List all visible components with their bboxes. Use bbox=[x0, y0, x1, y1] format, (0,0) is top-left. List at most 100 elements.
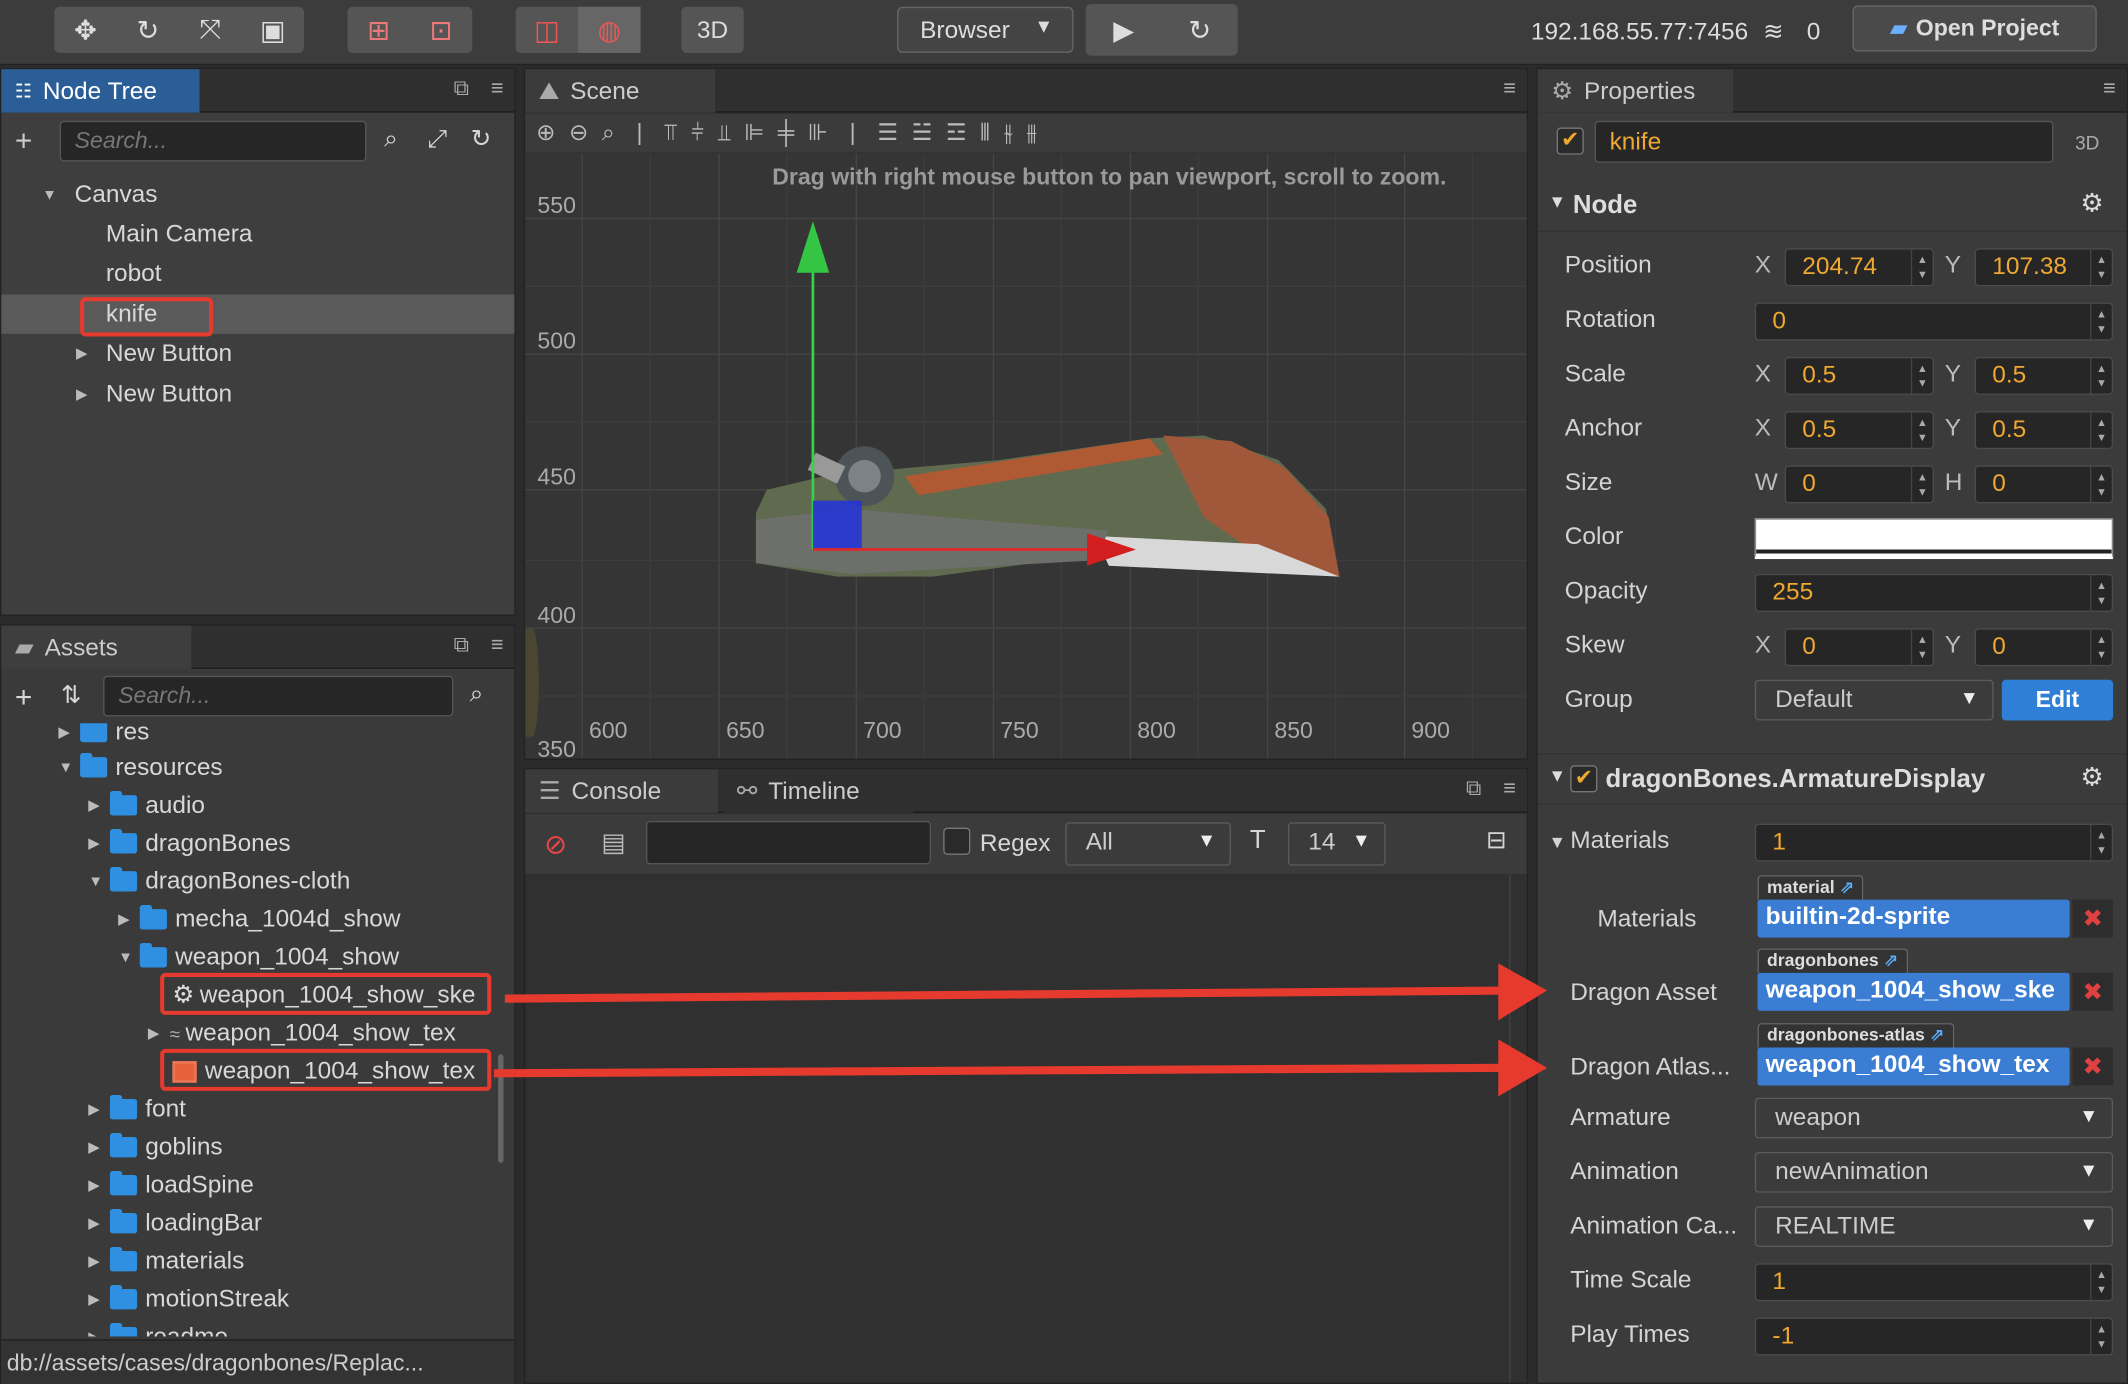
anchor-y-input[interactable]: 0.5 ▲ ▼ bbox=[1974, 411, 2114, 450]
add-asset-icon[interactable]: + bbox=[15, 680, 32, 715]
edit-group-button[interactable]: Edit bbox=[2001, 679, 2114, 721]
play-times-input[interactable]: -1 ▲ ▼ bbox=[1754, 1317, 2114, 1356]
assets-scrollbar[interactable] bbox=[498, 1054, 504, 1163]
armature-component-header[interactable]: ▼ ✔ dragonBones.ArmatureDisplay ⚙ bbox=[1537, 753, 2127, 805]
link-icon[interactable]: ⇗ bbox=[1930, 1024, 1945, 1044]
stepper-icon[interactable]: ▲ ▼ bbox=[2090, 466, 2112, 503]
popout-icon[interactable]: ⧉ bbox=[1466, 777, 1482, 801]
size-h-input[interactable]: 0 ▲ ▼ bbox=[1974, 465, 2114, 504]
stepper-icon[interactable]: ▲ ▼ bbox=[1910, 466, 1933, 503]
remove-icon[interactable]: ✖ bbox=[2072, 972, 2114, 1011]
align-hcenter-icon[interactable]: ╪ bbox=[778, 119, 794, 146]
preview-target-select[interactable]: Browser ▼ bbox=[897, 6, 1074, 53]
distribute-hcenter-icon[interactable]: ⫳ bbox=[1003, 119, 1012, 146]
skew-y-input[interactable]: 0 ▲ ▼ bbox=[1974, 628, 2114, 667]
rect-tool-icon[interactable]: ▣ bbox=[242, 7, 304, 53]
stepper-icon[interactable]: ▲ ▼ bbox=[2090, 1264, 2112, 1300]
animation-cache-select[interactable]: REALTIME ▼ bbox=[1754, 1206, 2114, 1247]
materials-count-input[interactable]: 1 ▲ ▼ bbox=[1754, 823, 2114, 862]
tab-console[interactable]: ☰ Console bbox=[525, 769, 718, 813]
stepper-icon[interactable]: ▲ ▼ bbox=[2090, 629, 2112, 665]
menu-icon[interactable]: ≡ bbox=[1503, 77, 1516, 101]
popout-icon[interactable]: ⧉ bbox=[454, 77, 470, 101]
position-y-input[interactable]: 107.38 ▲ ▼ bbox=[1974, 248, 2114, 287]
asset-folder-materials[interactable]: ▶ materials bbox=[88, 1242, 244, 1281]
log-file-icon[interactable]: ▤ bbox=[601, 828, 625, 859]
stepper-icon[interactable]: ▲ ▼ bbox=[2090, 249, 2112, 285]
collapse-icon[interactable]: ⊟ bbox=[1486, 826, 1506, 854]
menu-icon[interactable]: ≡ bbox=[1503, 777, 1516, 801]
gear-icon[interactable]: ⚙ bbox=[2081, 189, 2104, 220]
asset-folder-resources[interactable]: ▼ resources bbox=[58, 748, 222, 787]
distribute-vcenter-icon[interactable]: ☱ bbox=[912, 119, 933, 146]
remove-icon[interactable]: ✖ bbox=[2072, 1047, 2114, 1086]
asset-weapon-tex-atlas[interactable]: ▶ ≈ weapon_1004_show_tex bbox=[148, 1014, 456, 1053]
anchor-x-input[interactable]: 0.5 ▲ ▼ bbox=[1784, 411, 1934, 450]
log-level-select[interactable]: All ▼ bbox=[1065, 822, 1231, 866]
stepper-icon[interactable]: ▲ ▼ bbox=[1910, 412, 1933, 448]
rotation-input[interactable]: 0 ▲ ▼ bbox=[1754, 302, 2114, 341]
time-scale-input[interactable]: 1 ▲ ▼ bbox=[1754, 1263, 2114, 1302]
asset-folder-readme[interactable]: ▶ readme bbox=[88, 1318, 228, 1337]
tab-timeline[interactable]: ⚯ Timeline bbox=[723, 769, 914, 813]
asset-folder-weapon[interactable]: ▼ weapon_1004_show bbox=[118, 938, 399, 977]
node-name-input[interactable]: knife bbox=[1594, 120, 2054, 163]
gear-icon[interactable]: ⚙ bbox=[2081, 763, 2104, 794]
menu-icon[interactable]: ≡ bbox=[491, 77, 504, 101]
asset-folder-loadingbar[interactable]: ▶ loadingBar bbox=[88, 1204, 262, 1243]
local-icon[interactable]: ⊡ bbox=[410, 7, 472, 53]
distribute-right-icon[interactable]: ⫵ bbox=[1026, 119, 1037, 146]
tab-node-tree[interactable]: ☷ Node Tree bbox=[1, 69, 200, 113]
font-size-select[interactable]: 14 ▼ bbox=[1287, 822, 1386, 866]
expand-icon[interactable]: ⤢ bbox=[428, 125, 448, 153]
regex-checkbox[interactable] bbox=[943, 827, 971, 862]
align-right-icon[interactable]: ⊪ bbox=[808, 119, 828, 146]
console-log-area[interactable] bbox=[525, 875, 1511, 1383]
stepper-icon[interactable]: ▲ ▼ bbox=[2090, 824, 2112, 861]
refresh-tree-icon[interactable]: ↻ bbox=[471, 125, 491, 153]
move-tool-icon[interactable]: ✥ bbox=[54, 7, 116, 53]
node-search-input[interactable]: Search... bbox=[59, 120, 367, 162]
tree-item-main-camera[interactable]: Main Camera bbox=[106, 214, 253, 253]
menu-icon[interactable]: ≡ bbox=[2103, 77, 2116, 101]
tree-item-new-button[interactable]: ▶ New Button bbox=[76, 334, 232, 373]
material-asset-field[interactable]: builtin-2d-sprite bbox=[1757, 899, 2070, 938]
add-node-icon[interactable]: + bbox=[15, 123, 32, 158]
search-icon[interactable]: ⌕ bbox=[470, 680, 484, 708]
scene-viewport[interactable]: Drag with right mouse button to pan view… bbox=[525, 153, 1527, 759]
tree-item-canvas[interactable]: ▼ Canvas bbox=[42, 175, 157, 214]
refresh-icon[interactable]: ↻ bbox=[1162, 4, 1238, 56]
align-bottom-icon[interactable]: ⫫ bbox=[718, 119, 731, 146]
link-icon[interactable]: ⇗ bbox=[1884, 950, 1899, 970]
node-active-checkbox[interactable]: ✔ bbox=[1556, 127, 1584, 155]
distribute-bottom-icon[interactable]: ☲ bbox=[946, 119, 967, 146]
search-icon[interactable]: ⌕ bbox=[384, 125, 398, 153]
popout-icon[interactable]: ⧉ bbox=[454, 634, 470, 658]
stepper-icon[interactable]: ▲ ▼ bbox=[2090, 575, 2112, 611]
rotate-tool-icon[interactable]: ↻ bbox=[117, 7, 179, 53]
play-icon[interactable]: ▶ bbox=[1086, 4, 1162, 56]
align-vcenter-icon[interactable]: ⫩ bbox=[691, 119, 704, 146]
opacity-input[interactable]: 255 ▲ ▼ bbox=[1754, 573, 2114, 612]
tree-item-new-button[interactable]: ▶ New Button bbox=[76, 374, 232, 413]
align-left-icon[interactable]: ⊫ bbox=[744, 119, 764, 146]
asset-folder-loadspine[interactable]: ▶ loadSpine bbox=[88, 1166, 254, 1205]
stepper-icon[interactable]: ▲ ▼ bbox=[2090, 358, 2112, 394]
tab-scene[interactable]: ⛰ Scene bbox=[525, 69, 716, 113]
asset-folder-dragonbones[interactable]: ▶ dragonBones bbox=[88, 824, 291, 863]
skew-x-input[interactable]: 0 ▲ ▼ bbox=[1784, 628, 1934, 667]
remove-icon[interactable]: ✖ bbox=[2072, 899, 2114, 938]
distribute-top-icon[interactable]: ☰ bbox=[877, 119, 898, 146]
scale-tool-icon[interactable]: ⤧ bbox=[179, 7, 241, 53]
asset-folder-goblins[interactable]: ▶ goblins bbox=[88, 1128, 223, 1167]
stepper-icon[interactable]: ▲ ▼ bbox=[2090, 303, 2112, 340]
asset-folder-mecha[interactable]: ▶ mecha_1004d_show bbox=[118, 900, 401, 939]
scale-y-input[interactable]: 0.5 ▲ ▼ bbox=[1974, 356, 2114, 395]
asset-folder-motionstreak[interactable]: ▶ motionStreak bbox=[88, 1280, 289, 1319]
zoom-in-icon[interactable]: ⊕ bbox=[536, 119, 555, 146]
tab-properties[interactable]: ⚙ Properties bbox=[1537, 69, 1734, 113]
sort-icon[interactable]: ⇅ bbox=[61, 681, 81, 709]
animation-select[interactable]: newAnimation ▼ bbox=[1754, 1151, 2114, 1193]
node-section-header[interactable]: ▼ Node ⚙ bbox=[1537, 180, 2127, 233]
tree-item-robot[interactable]: robot bbox=[106, 254, 162, 293]
